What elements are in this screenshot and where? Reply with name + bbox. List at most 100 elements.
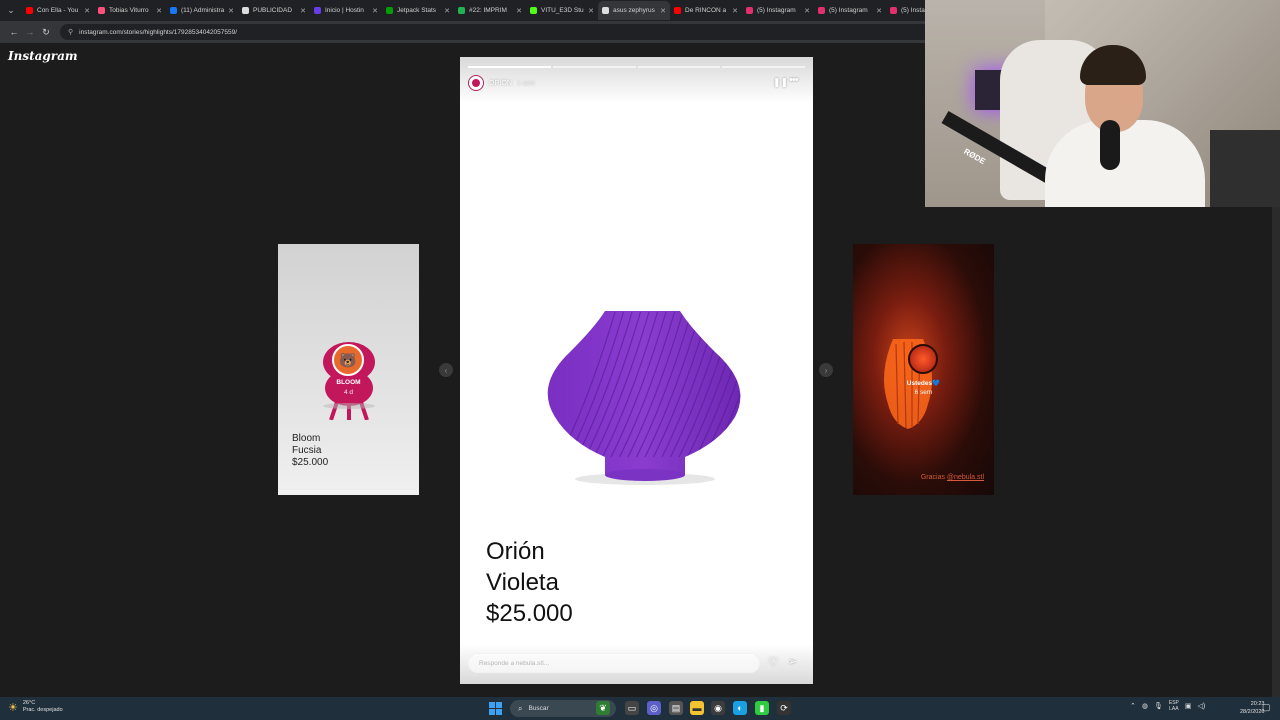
browser-tab[interactable]: PUBLICIDAD ✕ <box>238 1 310 20</box>
tab-label: VITU_E3D Stu <box>541 7 584 14</box>
tab-favicon-icon <box>170 7 177 14</box>
credit-handle[interactable]: @nebula.stl <box>947 474 984 481</box>
story-author-avatar[interactable] <box>468 75 484 91</box>
page-scrollbar[interactable] <box>1272 207 1280 697</box>
system-tray: ⌃ ◍ 🎙 ESP LAA ▣ ◁) <box>1130 700 1205 712</box>
edge-icon[interactable]: ◐ <box>733 701 747 715</box>
browser-tab[interactable]: Jetpack Stats ✕ <box>382 1 454 20</box>
network-icon[interactable]: ▣ <box>1185 702 1192 710</box>
windows-taskbar: ☀ 26°C Prac. despejado ⌕ Buscar ❦ ▭ ◎ ▤ … <box>0 697 1280 720</box>
browser-tab[interactable]: asus zephyrus ✕ <box>598 1 670 20</box>
tab-label: (11) Administra <box>181 7 225 14</box>
instagram-logo[interactable]: Instagram <box>8 49 78 63</box>
credit-prefix: Gracias <box>920 474 947 481</box>
tab-close-icon[interactable]: ✕ <box>516 7 522 15</box>
microphone-icon[interactable]: 🎙 <box>1154 702 1163 710</box>
next-story-arrow-icon[interactable]: › <box>819 363 833 377</box>
url-text: instagram.com/stories/highlights/1792853… <box>79 28 238 36</box>
tab-label: Inicio | Hostin <box>325 7 364 14</box>
leaf-app-icon[interactable]: ❦ <box>596 701 610 715</box>
caption-line: Bloom <box>292 433 321 444</box>
tab-favicon-icon <box>386 7 393 14</box>
tab-close-icon[interactable]: ✕ <box>156 7 162 15</box>
back-arrow-icon[interactable]: ← <box>6 24 22 40</box>
send-icon[interactable]: ➢ <box>788 655 797 668</box>
caption-line: Violeta <box>486 569 559 596</box>
browser-tab[interactable]: #22: IMPRIM ✕ <box>454 1 526 20</box>
teams-icon[interactable]: ◎ <box>647 701 661 715</box>
caption-line: Fucsia <box>292 445 322 456</box>
like-heart-icon[interactable]: ♡ <box>768 655 779 669</box>
progress-segment <box>637 66 721 68</box>
tab-favicon-icon <box>314 7 321 14</box>
tab-close-icon[interactable]: ✕ <box>300 7 306 15</box>
tab-label: De RINCÓN a <box>685 7 727 14</box>
weather-widget[interactable]: ☀ 26°C Prac. despejado <box>8 700 63 714</box>
slicer-app-icon[interactable]: ⟳ <box>777 701 791 715</box>
tab-close-icon[interactable]: ✕ <box>732 7 738 15</box>
site-info-icon[interactable]: ⚲ <box>68 28 73 36</box>
weather-sun-icon: ☀ <box>8 701 18 714</box>
chrome-icon[interactable]: ◉ <box>711 701 725 715</box>
tab-close-icon[interactable]: ✕ <box>372 7 378 15</box>
tab-label: #22: IMPRIM <box>469 7 507 14</box>
story-author-name[interactable]: ORIÓN <box>489 80 512 87</box>
tab-label: Jetpack Stats <box>397 7 437 14</box>
taskbar-clock[interactable]: 20:23 28/2/2026 <box>1240 700 1264 716</box>
tab-close-icon[interactable]: ✕ <box>588 7 594 15</box>
reload-icon[interactable]: ↻ <box>38 24 54 40</box>
file-icon[interactable]: ▤ <box>669 701 683 715</box>
tab-close-icon[interactable]: ✕ <box>228 7 234 15</box>
lang-bottom: LAA <box>1169 706 1179 712</box>
browser-tab[interactable]: De RINCÓN a ✕ <box>670 1 742 20</box>
tray-overflow-icon[interactable]: ⌃ <box>1130 702 1136 710</box>
forward-arrow-icon[interactable]: → <box>22 24 38 40</box>
tab-close-icon[interactable]: ✕ <box>876 7 882 15</box>
browser-tab[interactable]: Con Ella - You ✕ <box>22 1 94 20</box>
tab-search-icon[interactable]: ⌄ <box>4 4 18 18</box>
tab-favicon-icon <box>98 7 105 14</box>
story-caption: Orión Violeta $25.000 <box>486 536 573 629</box>
task-view-icon[interactable]: ▭ <box>625 701 639 715</box>
reply-input[interactable]: Responde a nebula.stl... <box>468 653 760 673</box>
tray-app-icon[interactable]: ◍ <box>1142 702 1148 710</box>
tab-close-icon[interactable]: ✕ <box>804 7 810 15</box>
tab-close-icon[interactable]: ✕ <box>84 7 90 15</box>
tab-label: PUBLICIDAD <box>253 7 293 14</box>
more-options-icon[interactable]: ••• <box>789 74 799 86</box>
browser-tab[interactable]: (5) Instagram ✕ <box>814 1 886 20</box>
clock-date: 28/2/2026 <box>1240 709 1265 715</box>
progress-segment <box>552 66 636 68</box>
prev-story-time: 4 d <box>343 389 354 396</box>
next-story-card[interactable]: Ustedes💙 6 sem Gracias @nebula.stl <box>853 244 994 495</box>
pause-icon[interactable]: ❚❚ <box>773 77 788 88</box>
next-story-time: 6 sem <box>914 389 933 396</box>
browser-tab[interactable]: VITU_E3D Stu ✕ <box>526 1 598 20</box>
windows-start-icon[interactable] <box>489 702 502 715</box>
tab-close-icon[interactable]: ✕ <box>444 7 450 15</box>
language-indicator[interactable]: ESP LAA <box>1169 700 1179 712</box>
story-header: ORIÓN 1 sem <box>468 75 535 91</box>
story-avatar <box>908 344 938 374</box>
prev-story-card[interactable]: 🐻 BLOOM 4 d Bloom Fucsia $25.000 <box>278 244 419 495</box>
file-explorer-icon[interactable]: ▬ <box>690 701 704 715</box>
story-progress-bar <box>468 66 805 68</box>
tab-label: asus zephyrus <box>613 7 655 14</box>
url-field[interactable]: ⚲ instagram.com/stories/highlights/17928… <box>60 24 940 40</box>
browser-tab[interactable]: Tobias Viturro ✕ <box>94 1 166 20</box>
tab-favicon-icon <box>890 7 897 14</box>
volume-icon[interactable]: ◁) <box>1198 702 1206 710</box>
story-avatar: 🐻 <box>332 344 364 376</box>
tab-close-icon[interactable]: ✕ <box>660 7 666 15</box>
tab-favicon-icon <box>26 7 33 14</box>
caption-line: $25.000 <box>292 457 329 468</box>
tab-favicon-icon <box>746 7 753 14</box>
clock-time: 20:23 <box>1250 701 1265 707</box>
story-viewer[interactable]: ORIÓN 1 sem ❚❚ ••• Orión Violeta $25.000 <box>460 57 813 684</box>
prev-story-arrow-icon[interactable]: ‹ <box>439 363 453 377</box>
green-app-icon[interactable]: ▮ <box>755 701 769 715</box>
notifications-icon[interactable]: ▢ <box>1262 702 1271 713</box>
browser-tab[interactable]: Inicio | Hostin ✕ <box>310 1 382 20</box>
browser-tab[interactable]: (5) Instagram ✕ <box>742 1 814 20</box>
browser-tab[interactable]: (11) Administra ✕ <box>166 1 238 20</box>
